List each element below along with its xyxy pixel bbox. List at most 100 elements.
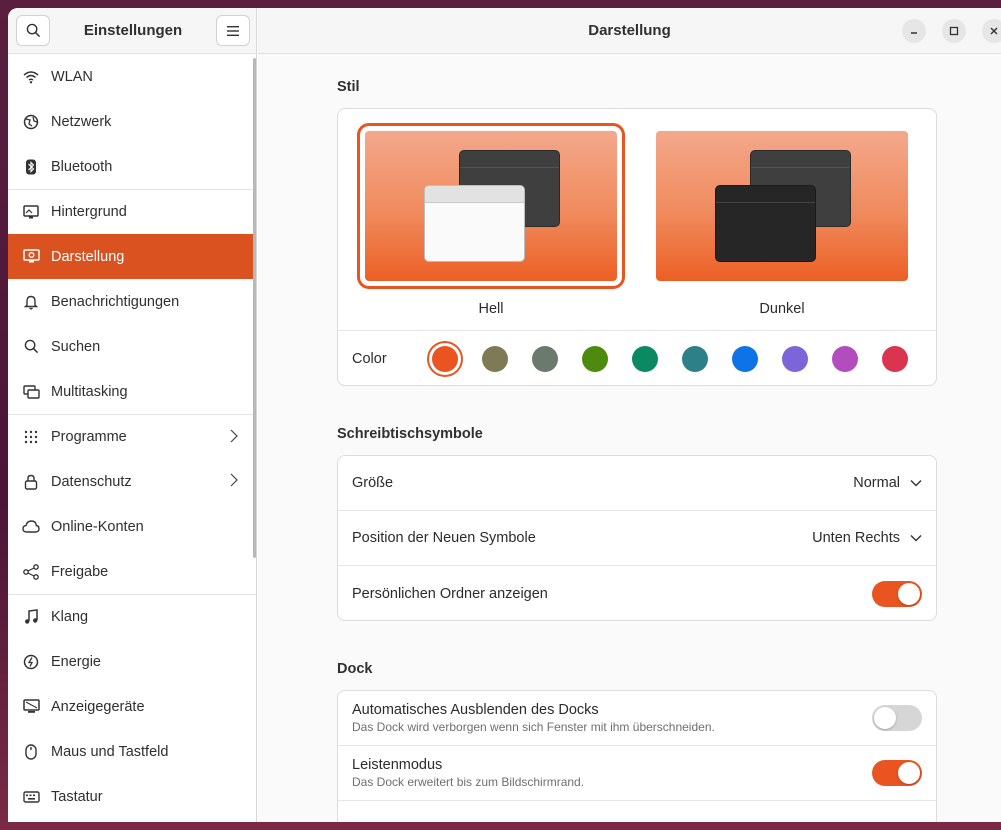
sidebar-item-label: Anzeigegeräte [51, 698, 145, 715]
toggle-knob [874, 707, 896, 729]
accent-color-swatch[interactable] [682, 345, 708, 372]
dock-autohide-toggle[interactable] [872, 705, 922, 731]
lock-icon [22, 473, 40, 491]
icon-size-value: Normal [853, 475, 900, 491]
sidebar-item-programme[interactable]: Programme [8, 414, 256, 459]
panel-mode-label: Leistenmodus [352, 757, 443, 773]
sidebar-item-label: Netzwerk [51, 113, 112, 130]
hamburger-menu-icon [227, 25, 239, 36]
sidebar-item-energie[interactable]: Energie [8, 639, 256, 684]
show-home-row: Persönlichen Ordner anzeigen [338, 566, 936, 620]
accent-color-swatch[interactable] [532, 345, 558, 372]
chevron-down-icon [910, 480, 922, 487]
sidebar-item-tastatur[interactable]: Tastatur [8, 774, 256, 819]
icon-size-label: Größe [352, 475, 394, 491]
music-note-icon [22, 608, 40, 626]
close-icon [990, 27, 998, 35]
color-label: Color [352, 350, 387, 367]
accent-color-swatch[interactable] [582, 345, 608, 372]
sidebar-item-label: Hintergrund [51, 204, 127, 220]
sidebar-item-datenschutz[interactable]: Datenschutz [8, 459, 256, 504]
search-button[interactable] [16, 15, 50, 46]
accent-color-swatch[interactable] [832, 345, 858, 372]
accent-color-swatch[interactable] [632, 345, 658, 372]
accent-color-swatch[interactable] [882, 345, 908, 372]
sidebar-item-label: Freigabe [51, 563, 109, 580]
wifi-icon [22, 68, 40, 86]
accent-color-swatch[interactable] [782, 345, 808, 372]
menu-button[interactable] [216, 15, 250, 46]
style-light-option[interactable] [357, 123, 625, 289]
sidebar-item-hintergrund[interactable]: Hintergrund [8, 189, 256, 234]
sidebar-item-label: Klang [51, 609, 89, 625]
close-button[interactable] [982, 19, 1001, 43]
panel-mode-description: Das Dock erweitert bis zum Bildschirmran… [352, 775, 585, 789]
chevron-right-icon [230, 473, 238, 491]
main-header: Darstellung [258, 8, 1001, 54]
sidebar-item-netzwerk[interactable]: Netzwerk [8, 99, 256, 144]
sidebar-item-suchen[interactable]: Suchen [8, 324, 256, 369]
main-panel: Darstellung Stil Hell Dunkel Color Schre… [258, 8, 1001, 822]
section-title-desktop-icons: Schreibtischsymbole [337, 426, 483, 442]
globe-icon [22, 113, 40, 131]
icon-size-slider-row-partial [338, 801, 936, 822]
page-title: Darstellung [588, 22, 671, 39]
accent-color-swatch[interactable] [482, 345, 508, 372]
sidebar-item-freigabe[interactable]: Freigabe [8, 549, 256, 594]
style-card: Hell Dunkel Color [337, 108, 937, 386]
sidebar-item-label: Energie [51, 653, 101, 670]
show-home-toggle[interactable] [872, 580, 922, 607]
sidebar-item-label: WLAN [51, 68, 93, 85]
accent-color-swatch[interactable] [432, 345, 458, 372]
style-dark-option[interactable] [656, 131, 908, 281]
maximize-icon [949, 26, 959, 36]
style-dark-label: Dunkel [759, 301, 805, 317]
panel-mode-toggle[interactable] [872, 760, 922, 786]
toggle-knob [898, 762, 920, 784]
sidebar-item-label: Bluetooth [51, 158, 113, 175]
new-icons-position-value: Unten Rechts [812, 530, 900, 546]
new-icons-position-label: Position der Neuen Symbole [352, 530, 536, 546]
section-title-dock: Dock [337, 661, 373, 677]
monitor-icon [22, 203, 40, 221]
preview-front-window [424, 185, 525, 262]
search-icon [22, 338, 40, 356]
section-title-stil: Stil [337, 79, 360, 95]
dock-autohide-text: Automatisches Ausblenden des Docks Das D… [352, 702, 715, 734]
dock-card: Automatisches Ausblenden des Docks Das D… [337, 690, 937, 822]
mouse-icon [22, 743, 40, 761]
sidebar-scrollbar[interactable] [253, 58, 256, 558]
grid-icon [22, 428, 40, 446]
accent-swatches [432, 345, 932, 372]
icon-size-dropdown[interactable]: Normal [853, 475, 922, 491]
minimize-button[interactable] [902, 19, 926, 43]
toggle-knob [898, 582, 920, 605]
sidebar-item-label: Datenschutz [51, 473, 132, 490]
dock-autohide-description: Das Dock wird verborgen wenn sich Fenste… [352, 720, 715, 734]
sidebar-item-bluetooth[interactable]: Bluetooth [8, 144, 256, 189]
sidebar-item-klang[interactable]: Klang [8, 594, 256, 639]
power-icon [22, 653, 40, 671]
chevron-down-icon [910, 535, 922, 542]
chevron-right-icon [230, 429, 238, 447]
multitasking-icon [22, 383, 40, 401]
sidebar-item-multitasking[interactable]: Multitasking [8, 369, 256, 414]
sidebar-item-online-konten[interactable]: Online-Konten [8, 504, 256, 549]
sidebar-item-wlan[interactable]: WLAN [8, 54, 256, 99]
accent-color-swatch[interactable] [732, 345, 758, 372]
appearance-icon [22, 248, 40, 266]
sidebar-item-maus-und-tastfeld[interactable]: Maus und Tastfeld [8, 729, 256, 774]
sidebar-item-darstellung[interactable]: Darstellung [8, 234, 256, 279]
accent-color-row: Color [338, 331, 936, 385]
share-icon [22, 563, 40, 581]
sidebar-item-benachrichtigungen[interactable]: Benachrichtigungen [8, 279, 256, 324]
show-home-label: Persönlichen Ordner anzeigen [352, 585, 548, 602]
sidebar-item-label: Darstellung [51, 248, 125, 265]
search-icon [26, 23, 40, 38]
minimize-icon [911, 32, 917, 34]
sidebar-item-anzeigegeraete[interactable]: Anzeigegeräte [8, 684, 256, 729]
new-icons-position-row[interactable]: Position der Neuen Symbole Unten Rechts [338, 511, 936, 566]
new-icons-position-dropdown[interactable]: Unten Rechts [812, 530, 922, 546]
maximize-button[interactable] [942, 19, 966, 43]
icon-size-row[interactable]: Größe Normal [338, 456, 936, 511]
